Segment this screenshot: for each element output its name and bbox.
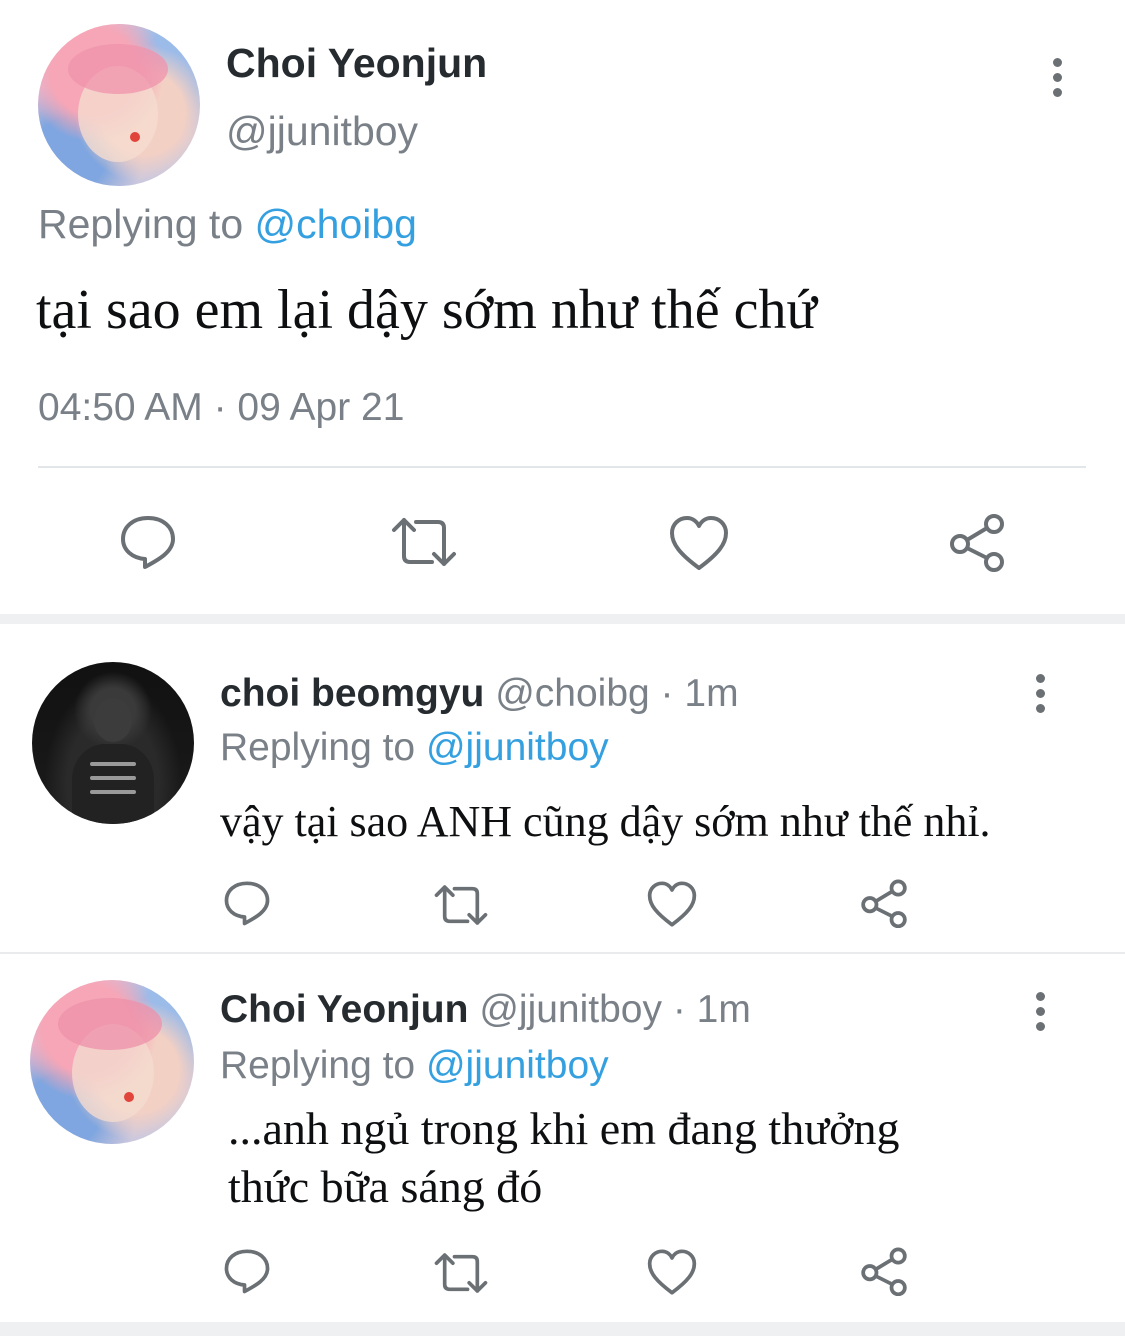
- retweet-icon[interactable]: [430, 1250, 492, 1296]
- tweet-text: vậy tại sao ANH cũng dậy sớm như thế nhỉ…: [220, 797, 991, 846]
- avatar[interactable]: [38, 24, 200, 186]
- share-icon[interactable]: [858, 878, 910, 928]
- retweet-icon[interactable]: [430, 882, 492, 928]
- section-divider: [0, 1322, 1125, 1336]
- timestamp[interactable]: 04:50 AM · 09 Apr 21: [38, 386, 404, 430]
- divider: [0, 952, 1125, 954]
- share-icon[interactable]: [946, 512, 1008, 572]
- author-name[interactable]: Choi Yeonjun: [220, 988, 468, 1031]
- reply-icon[interactable]: [222, 880, 272, 926]
- avatar[interactable]: [30, 980, 194, 1144]
- tweet-text: tại sao em lại dậy sớm như thế chứ: [36, 279, 817, 341]
- share-icon[interactable]: [858, 1246, 910, 1296]
- author-name[interactable]: choi beomgyu: [220, 672, 484, 715]
- replying-handle[interactable]: @jjunitboy: [426, 726, 609, 769]
- more-options-icon[interactable]: [1036, 674, 1046, 719]
- like-icon[interactable]: [646, 1248, 698, 1296]
- tweet-text-line-1: ...anh ngủ trong khi em đang thưởng: [228, 1103, 900, 1154]
- replying-to: Replying to @choibg: [38, 201, 417, 248]
- replying-to: Replying to @jjunitboy: [220, 1044, 609, 1088]
- avatar[interactable]: [32, 662, 194, 824]
- reply-icon[interactable]: [118, 514, 178, 570]
- more-options-icon[interactable]: [1053, 58, 1063, 103]
- replying-to: Replying to @jjunitboy: [220, 726, 609, 770]
- author-handle-time[interactable]: @choibg · 1m: [495, 672, 738, 715]
- section-divider: [0, 614, 1125, 624]
- like-icon[interactable]: [646, 880, 698, 928]
- divider: [38, 466, 1086, 468]
- more-options-icon[interactable]: [1036, 992, 1046, 1037]
- replying-prefix: Replying to: [220, 726, 416, 769]
- tweet-text-line-2: thức bữa sáng đó: [228, 1161, 543, 1212]
- author-handle[interactable]: @jjunitboy: [226, 108, 418, 155]
- author-handle-time[interactable]: @jjunitboy · 1m: [479, 988, 751, 1031]
- replying-prefix: Replying to: [38, 201, 244, 247]
- author-name[interactable]: Choi Yeonjun: [226, 40, 487, 87]
- replying-handle[interactable]: @jjunitboy: [426, 1044, 609, 1087]
- retweet-icon[interactable]: [386, 514, 462, 570]
- replying-handle[interactable]: @choibg: [255, 201, 417, 247]
- reply-header: Choi Yeonjun @jjunitboy · 1m: [220, 988, 751, 1032]
- reply-icon[interactable]: [222, 1248, 272, 1294]
- reply-header: choi beomgyu @choibg · 1m: [220, 672, 739, 716]
- replying-prefix: Replying to: [220, 1044, 416, 1087]
- like-icon[interactable]: [668, 514, 730, 572]
